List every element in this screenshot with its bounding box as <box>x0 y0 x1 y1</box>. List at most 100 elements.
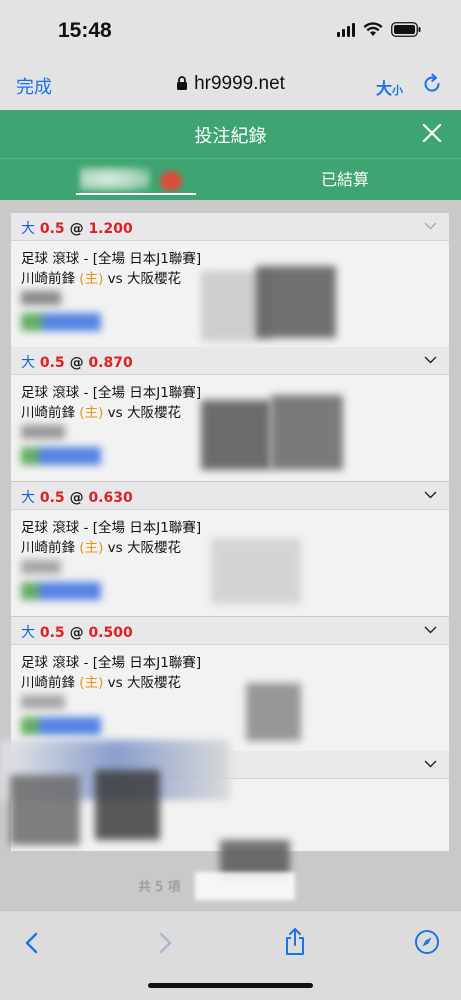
bet-odds: 1.200 <box>88 221 133 237</box>
vs-label: vs <box>107 405 123 421</box>
signal-icon <box>337 22 355 37</box>
match-info: 足球 滾球 - [全場 日本J1聯賽] <box>21 251 202 267</box>
vs-label: vs <box>107 540 123 556</box>
redacted-tab-label <box>80 167 150 191</box>
tab-bar: 已結算 <box>0 158 461 200</box>
bet-card: 大 0.5 @ 1.200 足球 滾球 - [全場 日本J1聯賽] 川崎前鋒 (… <box>11 213 449 347</box>
bet-card-body: 足球 滾球 - [全場 日本J1聯賽] 川崎前鋒 (主) vs 大阪櫻花 <box>11 241 449 347</box>
redacted-status <box>21 582 101 600</box>
bet-line: 0.5 <box>39 625 65 641</box>
home-team: 川崎前鋒 <box>21 540 75 556</box>
bet-list: 大 0.5 @ 1.200 足球 滾球 - [全場 日本J1聯賽] 川崎前鋒 (… <box>0 200 461 910</box>
match-info: 足球 滾球 - [全場 日本J1聯賽] <box>21 520 202 536</box>
wifi-icon <box>363 22 383 37</box>
bet-odds: 0.870 <box>88 355 133 371</box>
page-header: 投注紀錄 <box>0 110 461 158</box>
bet-card-header[interactable]: 大 0.5 @ 0.870 <box>11 347 449 375</box>
chevron-down-icon[interactable] <box>424 356 437 364</box>
bet-odds: 0.630 <box>88 490 133 506</box>
bet-direction: 大 <box>21 490 35 506</box>
bet-summary: 大 0.5 @ 1.200 <box>21 218 133 238</box>
bet-card: 大 0.5 @ 0.500 足球 滾球 - [全場 日本J1聯賽] 川崎前鋒 (… <box>11 617 449 751</box>
total-count: 共 5 項 <box>138 880 181 895</box>
tab-settled[interactable]: 已結算 <box>230 159 460 200</box>
status-bar: 15:48 <box>0 0 461 60</box>
bet-at: @ <box>69 625 84 641</box>
chevron-down-icon[interactable] <box>424 491 437 499</box>
chevron-down-icon[interactable] <box>424 760 437 768</box>
bet-direction: 大 <box>21 221 35 237</box>
home-team: 川崎前鋒 <box>21 675 75 691</box>
bet-line: 0.5 <box>39 490 65 506</box>
bet-card-body: 足球 滾球 - [全場 日本J1聯賽] 川崎前鋒 (主) vs 大阪櫻花 <box>11 375 449 481</box>
redacted-status <box>21 717 101 735</box>
close-icon[interactable] <box>421 122 443 148</box>
bet-at: @ <box>69 490 84 506</box>
home-tag: (主) <box>79 271 104 287</box>
bet-card-body: 足球 滾球 - [全場 日本J1聯賽] 川崎前鋒 (主) vs 大阪櫻花 <box>11 645 449 751</box>
bet-at: @ <box>69 221 84 237</box>
match-info: 足球 滾球 - [全場 日本J1聯賽] <box>21 655 202 671</box>
bet-odds: 0.500 <box>88 625 133 641</box>
browser-bar: 完成 hr9999.net 大小 <box>0 60 461 110</box>
home-tag: (主) <box>79 540 104 556</box>
url-text: hr9999.net <box>194 73 285 94</box>
bet-direction: 大 <box>21 625 35 641</box>
bet-card-header[interactable]: 大 0.5 @ 1.200 <box>11 213 449 241</box>
redacted-tab-badge <box>160 171 182 191</box>
bet-card-header[interactable]: 大 0.5 @ 0.500 <box>11 617 449 645</box>
away-team: 大阪櫻花 <box>126 540 181 556</box>
back-icon[interactable] <box>22 931 42 959</box>
redacted-amount <box>271 395 343 470</box>
text-size-big: 大 <box>376 79 393 98</box>
home-tag: (主) <box>79 405 104 421</box>
redacted-detail <box>21 560 61 574</box>
bet-card-body: 足球 滾球 - [全場 日本J1聯賽] 川崎前鋒 (主) vs 大阪櫻花 <box>11 510 449 616</box>
forward-icon[interactable] <box>155 931 175 959</box>
away-team: 大阪櫻花 <box>126 675 181 691</box>
redaction-overlay <box>10 775 80 845</box>
redacted-status <box>21 313 101 331</box>
bet-direction: 大 <box>21 355 35 371</box>
compass-icon[interactable] <box>414 929 440 959</box>
page-title: 投注紀錄 <box>194 126 267 147</box>
redacted-detail <box>21 695 65 709</box>
home-indicator <box>148 983 313 988</box>
vs-label: vs <box>107 271 123 287</box>
battery-icon <box>391 22 421 37</box>
bet-card: 大 0.5 @ 0.630 足球 滾球 - [全場 日本J1聯賽] 川崎前鋒 (… <box>11 482 449 616</box>
bet-card-header[interactable]: 大 0.5 @ 0.630 <box>11 482 449 510</box>
redacted-amount <box>256 266 336 338</box>
chevron-down-icon[interactable] <box>424 222 437 230</box>
bet-card: 大 0.5 @ 0.870 足球 滾球 - [全場 日本J1聯賽] 川崎前鋒 (… <box>11 347 449 481</box>
chevron-down-icon[interactable] <box>424 626 437 634</box>
redacted-amount <box>201 400 271 470</box>
bet-line: 0.5 <box>39 221 65 237</box>
lock-icon <box>176 75 188 97</box>
home-tag: (主) <box>79 675 104 691</box>
bet-summary: 大 0.5 @ 0.870 <box>21 352 133 372</box>
bet-summary: 大 0.5 @ 0.630 <box>21 487 133 507</box>
redacted-amount <box>246 683 301 741</box>
status-time: 15:48 <box>58 19 112 42</box>
redacted-amount <box>211 538 301 604</box>
home-team: 川崎前鋒 <box>21 405 75 421</box>
redacted-detail <box>21 425 65 439</box>
redacted-status <box>21 447 101 465</box>
bet-summary: 大 0.5 @ 0.500 <box>21 622 133 642</box>
redacted-detail <box>21 291 61 305</box>
bet-at: @ <box>69 355 84 371</box>
redaction-overlay <box>195 872 295 900</box>
reload-icon[interactable] <box>420 72 444 100</box>
text-size-button[interactable]: 大小 <box>376 75 403 99</box>
share-icon[interactable] <box>283 927 307 961</box>
bet-line: 0.5 <box>39 355 65 371</box>
home-team: 川崎前鋒 <box>21 271 75 287</box>
match-teams: 川崎前鋒 (主) vs 大阪櫻花 <box>21 673 439 693</box>
away-team: 大阪櫻花 <box>126 271 181 287</box>
redaction-overlay <box>95 770 160 840</box>
vs-label: vs <box>107 675 123 691</box>
status-icons <box>337 22 421 37</box>
text-size-small: 小 <box>392 84 404 97</box>
tab-unsettled[interactable] <box>0 159 230 200</box>
